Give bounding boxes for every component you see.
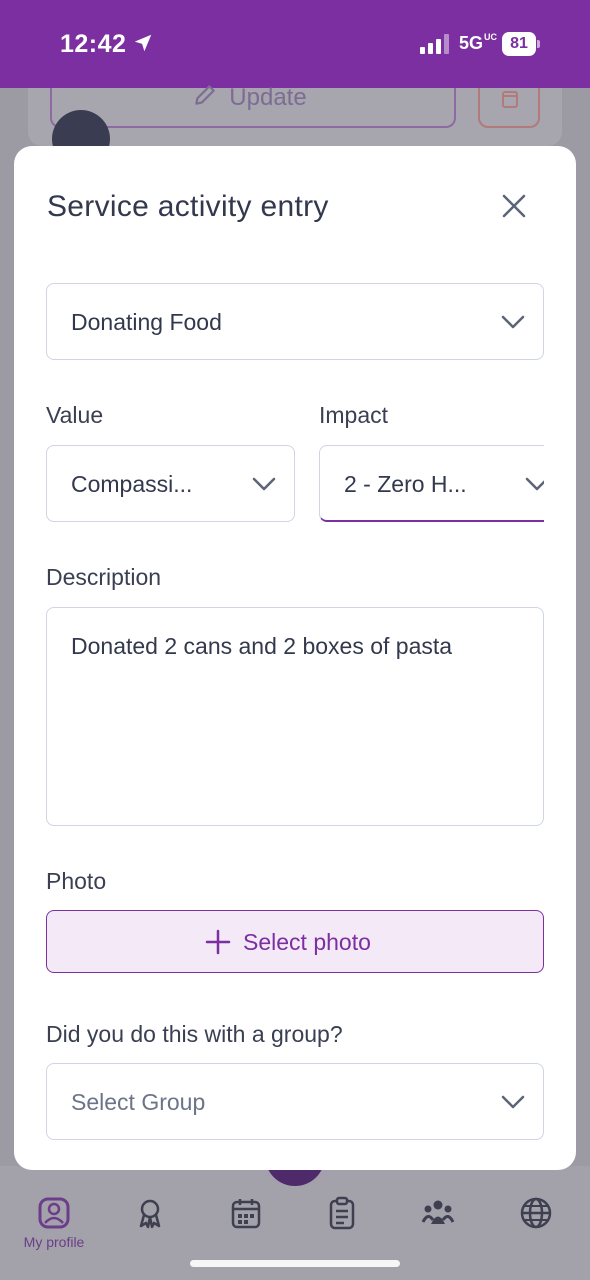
profile-icon: [38, 1197, 70, 1229]
battery-icon: 81: [502, 32, 540, 56]
chevron-down-icon: [252, 477, 276, 491]
award-icon: [139, 1199, 161, 1229]
signal-icon: [420, 34, 449, 54]
status-bar: 12:42 5GUC 81: [0, 0, 590, 88]
trash-icon: [502, 91, 518, 108]
nav-item-calendar: [206, 1196, 286, 1230]
battery-level: 81: [502, 32, 536, 56]
description-value: Donated 2 cans and 2 boxes of pasta: [71, 633, 453, 659]
close-icon[interactable]: [498, 190, 530, 222]
calendar-icon: [231, 1199, 261, 1229]
clipboard-icon: [329, 1196, 355, 1230]
photo-label: Photo: [46, 868, 107, 894]
background-update-button: Update: [50, 85, 456, 128]
group-select[interactable]: Select Group: [46, 1063, 544, 1140]
value-select-value: Compassi...: [71, 471, 193, 497]
nav-item-globe: [496, 1196, 576, 1230]
modal-title: Service activity entry: [47, 190, 329, 223]
nav-item-groups: [398, 1196, 478, 1230]
pencil-icon: [195, 85, 215, 105]
plus-icon: [205, 929, 231, 955]
home-indicator: [190, 1260, 400, 1267]
impact-select-value: 2 - Zero H...: [344, 471, 467, 497]
description-textarea[interactable]: Donated 2 cans and 2 boxes of pasta: [46, 607, 544, 826]
impact-select[interactable]: 2 - Zero H...: [319, 445, 544, 522]
nav-item-my-profile: My profile: [14, 1196, 94, 1250]
location-arrow-icon: [134, 34, 152, 52]
status-time: 12:42: [60, 30, 127, 58]
activity-type-select[interactable]: Donating Food: [46, 283, 544, 360]
background-delete-button: [478, 88, 540, 128]
chevron-down-icon: [501, 315, 525, 329]
group-question-label: Did you do this with a group?: [46, 1021, 343, 1047]
globe-icon: [520, 1197, 552, 1229]
group-icon: [421, 1200, 455, 1224]
network-type: 5GUC: [459, 32, 498, 54]
value-label: Value: [46, 402, 104, 428]
value-select[interactable]: Compassi...: [46, 445, 295, 522]
activity-type-value: Donating Food: [71, 309, 222, 335]
nav-item-awards: [110, 1196, 190, 1230]
nav-item-tasks: [302, 1196, 382, 1230]
description-label: Description: [46, 564, 162, 590]
chevron-down-icon: [501, 1095, 525, 1109]
chevron-down-icon: [525, 477, 544, 491]
service-activity-modal: Service activity entry Donating Food Val…: [14, 146, 576, 1170]
select-photo-label: Select photo: [243, 929, 371, 955]
select-photo-button[interactable]: Select photo: [46, 910, 544, 973]
impact-label: Impact: [319, 402, 389, 428]
group-select-placeholder: Select Group: [71, 1089, 206, 1115]
